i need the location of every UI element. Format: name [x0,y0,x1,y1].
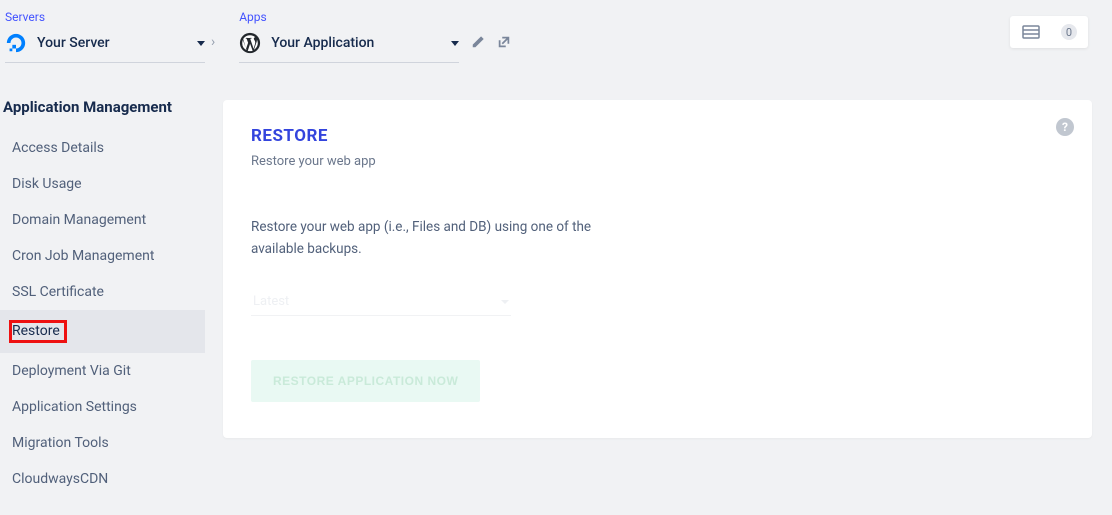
app-selector[interactable]: Apps Your Application [239,10,459,63]
top-breadcrumb-bar: Servers Your Server › Apps Your Applicat… [0,0,1112,68]
sidebar-item-cloudwayscdn[interactable]: CloudwaysCDN [0,461,205,497]
list-view-icon[interactable] [1022,24,1040,40]
sidebar-item-access-details[interactable]: Access Details [0,130,205,166]
server-name: Your Server [37,35,191,51]
caret-down-icon [451,41,459,46]
restore-card: ? RESTORE Restore your web app Restore y… [223,100,1092,438]
sidebar-item-cron-job-management[interactable]: Cron Job Management [0,238,205,274]
apps-label: Apps [239,10,459,24]
count-badge: 0 [1061,24,1077,40]
sidebar-item-deployment-via-git[interactable]: Deployment Via Git [0,353,205,389]
card-subtitle: Restore your web app [251,154,1064,169]
top-right-toolbar: 0 [1010,16,1088,48]
caret-down-icon [197,41,205,46]
sidebar-item-ssl-certificate[interactable]: SSL Certificate [0,274,205,310]
projects-icon[interactable]: 0 [1058,24,1076,40]
help-icon[interactable]: ? [1056,118,1074,136]
sidebar-item-migration-tools[interactable]: Migration Tools [0,425,205,461]
servers-label: Servers [5,10,205,24]
external-link-icon[interactable] [497,34,511,53]
sidebar-item-label: Restore [12,323,60,339]
card-description: Restore your web app (i.e., Files and DB… [251,217,611,260]
app-action-icons [471,34,511,53]
app-name: Your Application [271,35,445,51]
sidebar-item-domain-management[interactable]: Domain Management [0,202,205,238]
server-selector[interactable]: Servers Your Server [5,10,205,63]
chevron-right-icon: › [211,34,215,50]
backup-select[interactable]: Latest [251,288,511,316]
card-title: RESTORE [251,126,1064,146]
sidebar-item-restore[interactable]: Restore [0,310,205,353]
digitalocean-icon [5,32,27,54]
highlight-annotation: Restore [9,320,67,343]
backup-select-value: Latest [253,294,289,309]
wordpress-icon [239,32,261,54]
sidebar-item-application-settings[interactable]: Application Settings [0,389,205,425]
caret-down-icon [501,300,509,304]
restore-application-button[interactable]: RESTORE APPLICATION NOW [251,360,480,402]
sidebar: Application Management Access Details Di… [0,68,205,497]
sidebar-title: Application Management [0,98,205,130]
sidebar-item-disk-usage[interactable]: Disk Usage [0,166,205,202]
edit-icon[interactable] [471,34,485,53]
